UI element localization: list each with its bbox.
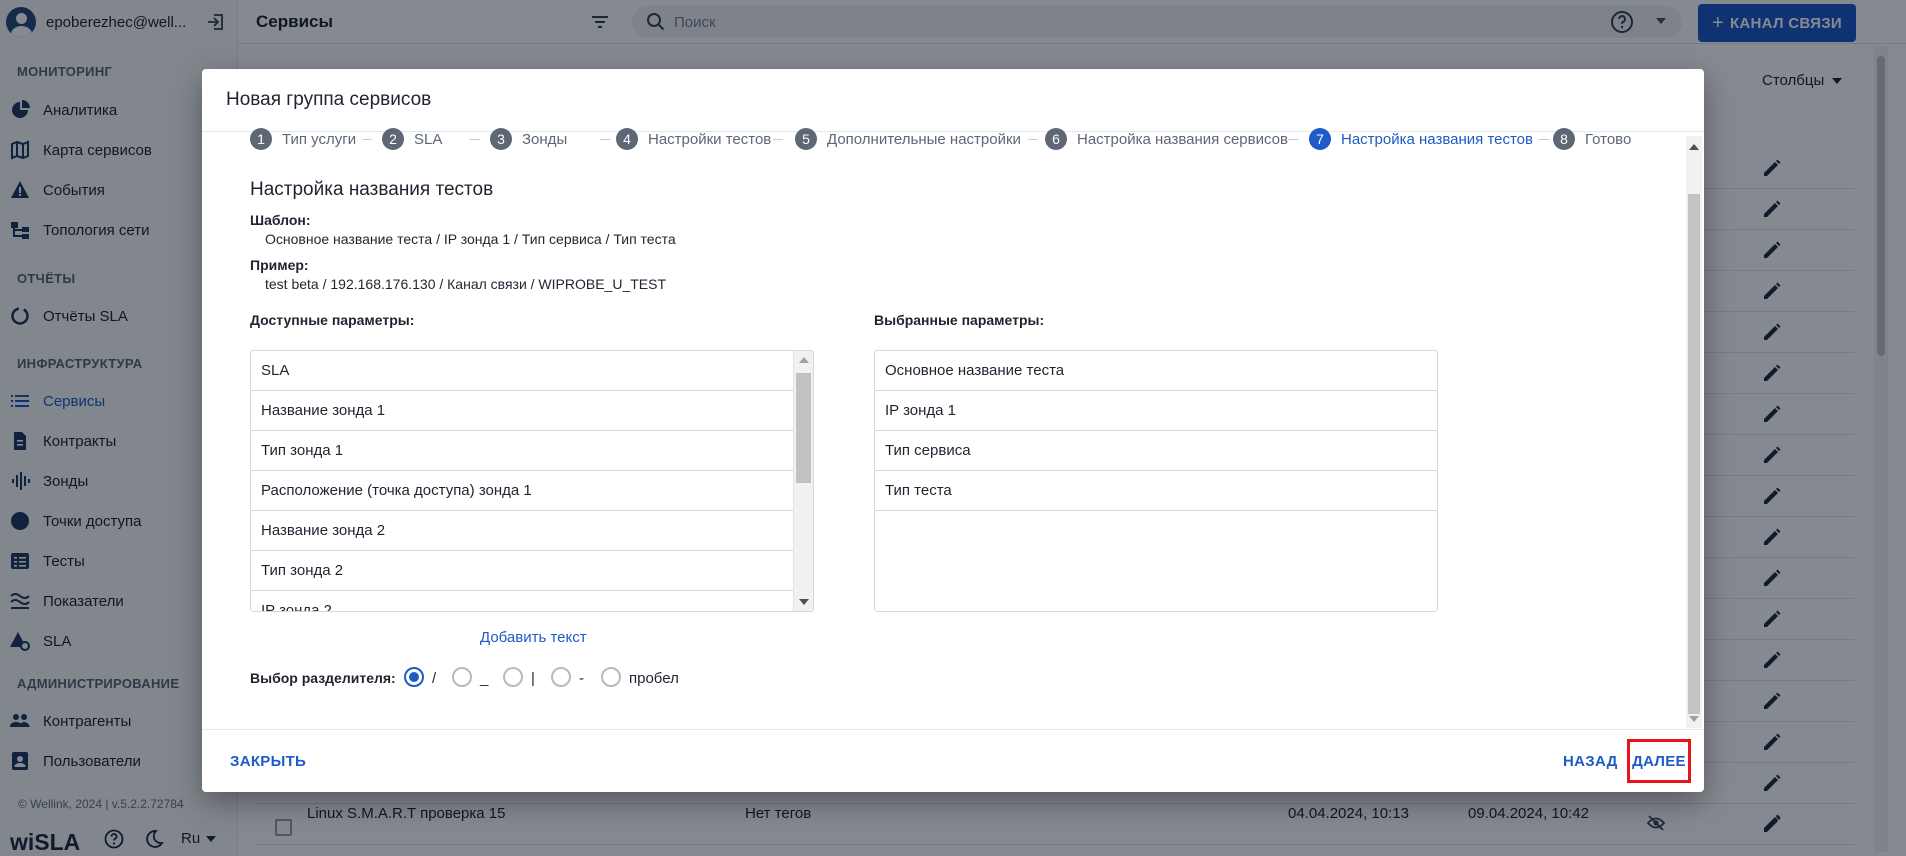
close-button[interactable]: ЗАКРЫТЬ [230, 753, 306, 770]
list-scrollbar-thumb[interactable] [796, 373, 811, 483]
step-7[interactable]: 7 Настройка названия тестов [1309, 127, 1533, 151]
step-connector [1028, 139, 1038, 140]
available-param-item[interactable]: Тип зонда 1 [251, 431, 813, 471]
list-scrollbar[interactable] [793, 351, 813, 611]
back-button[interactable]: НАЗАД [1563, 753, 1618, 770]
dialog-scrollbar-thumb[interactable] [1688, 194, 1700, 714]
dialog-scrollbar[interactable] [1686, 136, 1702, 728]
separator-radio-space[interactable] [601, 667, 621, 687]
step-1[interactable]: 1 Тип услуги [250, 127, 356, 151]
add-text-link[interactable]: Добавить текст [480, 629, 587, 646]
available-param-item[interactable]: IP зонда 2 [251, 591, 813, 611]
step-number: 7 [1309, 128, 1331, 150]
step-label: SLA [414, 130, 443, 148]
step-connector [600, 139, 610, 140]
divider [202, 729, 1704, 730]
separator-radio-slash[interactable] [404, 667, 424, 687]
step-label: Дополнительные настройки [827, 130, 1021, 148]
selected-params-label: Выбранные параметры: [874, 312, 1045, 328]
example-value: test beta / 192.168.176.130 / Канал связ… [265, 276, 667, 292]
available-param-item[interactable]: Название зонда 1 [251, 391, 813, 431]
step-connector [1288, 139, 1298, 140]
step-number: 8 [1553, 128, 1575, 150]
separator-radio-dash[interactable] [551, 667, 571, 687]
next-button[interactable]: ДАЛЕЕ [1632, 753, 1686, 770]
step-number: 6 [1045, 128, 1067, 150]
step-8[interactable]: 8 Готово [1553, 127, 1631, 151]
template-label: Шаблон: [250, 212, 311, 228]
selected-param-item[interactable]: Основное название теста [875, 351, 1437, 391]
step-connector [362, 139, 372, 140]
step-2[interactable]: 2 SLA [382, 127, 442, 151]
step-number: 2 [382, 128, 404, 150]
separator-option-label: пробел [629, 670, 679, 687]
step-connector [1539, 139, 1549, 140]
scroll-up-icon[interactable] [799, 357, 809, 363]
step-number: 3 [490, 128, 512, 150]
separator-option-label: - [579, 670, 584, 687]
step-label: Настройка названия тестов [1341, 130, 1533, 148]
available-param-item[interactable]: SLA [251, 351, 813, 391]
selected-param-item[interactable]: IP зонда 1 [875, 391, 1437, 431]
next-button-highlight[interactable]: ДАЛЕЕ [1627, 739, 1691, 783]
selected-param-item[interactable]: Тип теста [875, 471, 1437, 511]
step-connector [470, 139, 480, 140]
separator-radio-pipe[interactable] [503, 667, 523, 687]
available-params-label: Доступные параметры: [250, 312, 415, 328]
step-label: Тип услуги [282, 130, 357, 148]
available-param-item[interactable]: Название зонда 2 [251, 511, 813, 551]
step-number: 5 [795, 128, 817, 150]
available-params-list[interactable]: SLA Название зонда 1 Тип зонда 1 Располо… [250, 350, 814, 612]
step-number: 4 [616, 128, 638, 150]
scroll-down-icon[interactable] [1689, 716, 1699, 722]
example-label: Пример: [250, 257, 309, 273]
selected-param-item[interactable]: Тип сервиса [875, 431, 1437, 471]
separator-label: Выбор разделителя: [250, 670, 396, 686]
separator-option-label: _ [480, 670, 489, 687]
available-param-item[interactable]: Расположение (точка доступа) зонда 1 [251, 471, 813, 511]
new-service-group-dialog: Новая группа сервисов 1 Тип услуги 2 SLA 3… [202, 69, 1704, 792]
separator-option-label: / [432, 670, 437, 687]
step-connector [773, 139, 783, 140]
step-label: Готово [1585, 130, 1632, 148]
available-param-item[interactable]: Тип зонда 2 [251, 551, 813, 591]
step-label: Зонды [522, 130, 568, 148]
stepper: 1 Тип услуги 2 SLA 3 Зонды 4 Настройки тесто… [250, 127, 1670, 151]
step-3[interactable]: 3 Зонды [490, 127, 567, 151]
separator-radio-underscore[interactable] [452, 667, 472, 687]
separator-option-label: | [531, 670, 535, 687]
template-value: Основное название теста / IP зонда 1 / Т… [265, 231, 676, 247]
scroll-down-icon[interactable] [799, 599, 809, 605]
step-label: Настройка названия сервисов [1077, 130, 1288, 148]
scroll-up-icon[interactable] [1689, 144, 1699, 150]
step-5[interactable]: 5 Дополнительные настройки [795, 127, 1021, 151]
selected-params-list[interactable]: Основное название теста IP зонда 1 Тип с… [874, 350, 1438, 612]
dialog-title: Новая группа сервисов [226, 89, 432, 110]
step-6[interactable]: 6 Настройка названия сервисов [1045, 127, 1288, 151]
step-4[interactable]: 4 Настройки тестов [616, 127, 771, 151]
section-heading: Настройка названия тестов [250, 179, 494, 200]
step-number: 1 [250, 128, 272, 150]
step-label: Настройки тестов [648, 130, 772, 148]
